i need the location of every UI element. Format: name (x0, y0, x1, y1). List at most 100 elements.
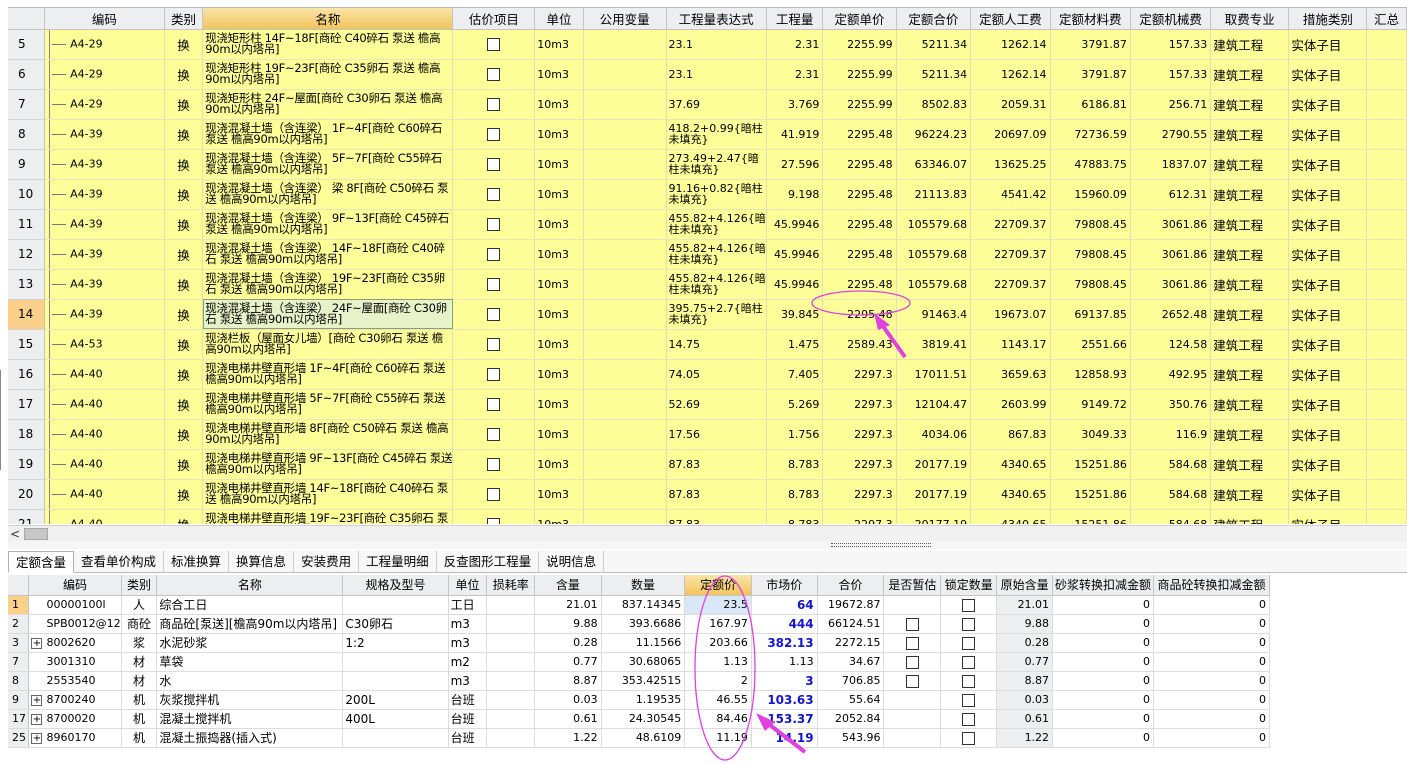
unit-price[interactable]: 2295.48 (822, 239, 897, 270)
public-variable[interactable] (583, 179, 667, 210)
measure-category[interactable]: 实体子目 (1288, 509, 1368, 524)
checkbox-icon[interactable] (487, 97, 501, 111)
checkbox-icon[interactable] (487, 517, 501, 524)
measure-category[interactable]: 实体子目 (1288, 59, 1368, 90)
measure-category[interactable]: 实体子目 (1288, 329, 1368, 360)
summary-cell[interactable] (1366, 239, 1407, 270)
market-price[interactable]: 103.63 (751, 690, 818, 710)
fee-specialty[interactable]: 建筑工程 (1210, 359, 1290, 390)
machine-cost[interactable]: 584.68 (1130, 479, 1212, 510)
total-price[interactable]: 3819.41 (896, 329, 972, 360)
mortar-deduction[interactable]: 0 (1052, 614, 1154, 634)
market-price[interactable]: 1.13 (751, 652, 818, 672)
resource-code[interactable]: SPB0012@12 (28, 614, 122, 634)
total-price[interactable]: 66124.51 (817, 614, 885, 634)
checkbox-icon[interactable] (962, 617, 976, 631)
material-cost[interactable]: 15251.86 (1050, 479, 1131, 510)
measure-category[interactable]: 实体子目 (1288, 179, 1368, 210)
original-content[interactable]: 0.03 (996, 690, 1054, 710)
unit-price[interactable]: 2297.3 (822, 449, 897, 480)
tab-7[interactable]: 说明信息 (539, 551, 605, 573)
quantity[interactable]: 8.783 (766, 509, 824, 524)
row-number[interactable]: 17 (8, 709, 30, 729)
material-cost[interactable]: 12858.93 (1050, 359, 1131, 390)
quantity[interactable]: 1.756 (766, 419, 824, 450)
unit-price[interactable]: 2255.99 (822, 29, 897, 60)
material-cost[interactable]: 15251.86 (1050, 509, 1131, 524)
summary-cell[interactable] (1366, 119, 1407, 150)
loss-rate[interactable] (486, 595, 536, 615)
unit-price[interactable]: 2295.48 (822, 149, 897, 180)
machine-cost[interactable]: 3061.86 (1130, 269, 1212, 300)
fee-specialty[interactable]: 建筑工程 (1210, 119, 1290, 150)
resource-unit[interactable]: 台班 (448, 690, 488, 710)
table-row[interactable]: 18 A4-40 换现浇电梯井壁直形墙 8F[商砼 C50碎石 泵送 檐高90m以内… (8, 419, 1407, 450)
unit-price[interactable]: 2295.48 (822, 179, 897, 210)
item-type[interactable]: 换 (164, 149, 204, 180)
row-number[interactable]: 12 (8, 239, 46, 270)
machine-cost[interactable]: 492.95 (1130, 359, 1212, 390)
total-price[interactable]: 5211.34 (896, 59, 972, 90)
item-type[interactable]: 换 (164, 119, 204, 150)
fee-specialty[interactable]: 建筑工程 (1210, 239, 1290, 270)
summary-cell[interactable] (1366, 389, 1407, 420)
total-price[interactable]: 34.67 (817, 652, 885, 672)
mortar-deduction[interactable]: 0 (1052, 595, 1154, 615)
row-number[interactable]: 5 (8, 29, 46, 60)
estimate-item-cell[interactable] (452, 59, 536, 90)
quantity[interactable]: 3.769 (766, 89, 824, 120)
resource-type[interactable]: 材 (121, 671, 158, 691)
summary-cell[interactable] (1366, 329, 1407, 360)
market-price[interactable]: 64 (751, 595, 818, 615)
item-unit[interactable]: 10m3 (534, 239, 584, 270)
labor-cost[interactable]: 22709.37 (970, 239, 1051, 270)
public-variable[interactable] (583, 89, 667, 120)
material-cost[interactable]: 69137.85 (1050, 299, 1131, 330)
material-cost[interactable]: 79808.45 (1050, 209, 1131, 240)
estimate-item-cell[interactable] (452, 209, 536, 240)
quantity[interactable]: 39.845 (766, 299, 824, 330)
item-name[interactable]: 现浇矩形柱 19F~23F[商砼 C35卵石 泵送 檐高90m以内塔吊] (202, 59, 454, 90)
measure-category[interactable]: 实体子目 (1288, 419, 1368, 450)
checkbox-icon[interactable] (487, 397, 501, 411)
row-number[interactable]: 8 (8, 119, 46, 150)
checkbox-icon[interactable] (487, 337, 501, 351)
checkbox-icon[interactable] (905, 674, 919, 688)
column-header[interactable]: 单位 (448, 575, 488, 596)
resource-code[interactable]: 00000100l (28, 595, 122, 615)
mortar-deduction[interactable]: 0 (1052, 652, 1154, 672)
expand-plus-icon[interactable]: + (31, 637, 43, 649)
tab-4[interactable]: 安装费用 (294, 551, 360, 573)
fee-specialty[interactable]: 建筑工程 (1210, 29, 1290, 60)
item-code[interactable]: A4-29 (44, 89, 165, 120)
machine-cost[interactable]: 116.9 (1130, 419, 1212, 450)
material-cost[interactable]: 3791.87 (1050, 59, 1131, 90)
public-variable[interactable] (583, 149, 667, 180)
original-content[interactable]: 8.87 (996, 671, 1054, 691)
machine-cost[interactable]: 1837.07 (1130, 149, 1212, 180)
resource-type[interactable]: 机 (121, 709, 158, 729)
loss-rate[interactable] (486, 614, 536, 634)
item-name[interactable]: 现浇混凝土墙（含连梁） 9F~13F[商砼 C45碎石 泵送 檐高90m以内塔吊… (202, 209, 454, 240)
quota-price[interactable]: 46.55 (684, 690, 752, 710)
resource-name[interactable]: 水 (156, 671, 344, 691)
item-type[interactable]: 换 (164, 479, 204, 510)
item-code[interactable]: A4-39 (44, 299, 165, 330)
item-type[interactable]: 换 (164, 239, 204, 270)
labor-cost[interactable]: 2603.99 (970, 389, 1051, 420)
quantity[interactable]: 837.14345 (601, 595, 686, 615)
resource-spec[interactable]: C30卵石 (342, 614, 449, 634)
concrete-deduction[interactable]: 0 (1153, 614, 1270, 634)
summary-cell[interactable] (1366, 29, 1407, 60)
expand-plus-icon[interactable]: + (31, 694, 43, 706)
resource-type[interactable]: 材 (121, 652, 158, 672)
summary-cell[interactable] (1366, 479, 1407, 510)
item-type[interactable]: 换 (164, 389, 204, 420)
item-type[interactable]: 换 (164, 29, 204, 60)
checkbox-icon[interactable] (962, 693, 976, 707)
resource-spec[interactable] (342, 728, 449, 748)
machine-cost[interactable]: 2652.48 (1130, 299, 1212, 330)
estimate-item-cell[interactable] (452, 29, 536, 60)
summary-cell[interactable] (1366, 149, 1407, 180)
table-row[interactable]: 8 2553540 材水 m3 8.87 353.42515 2 3 706.85 8.87 0 0 (8, 671, 1270, 691)
